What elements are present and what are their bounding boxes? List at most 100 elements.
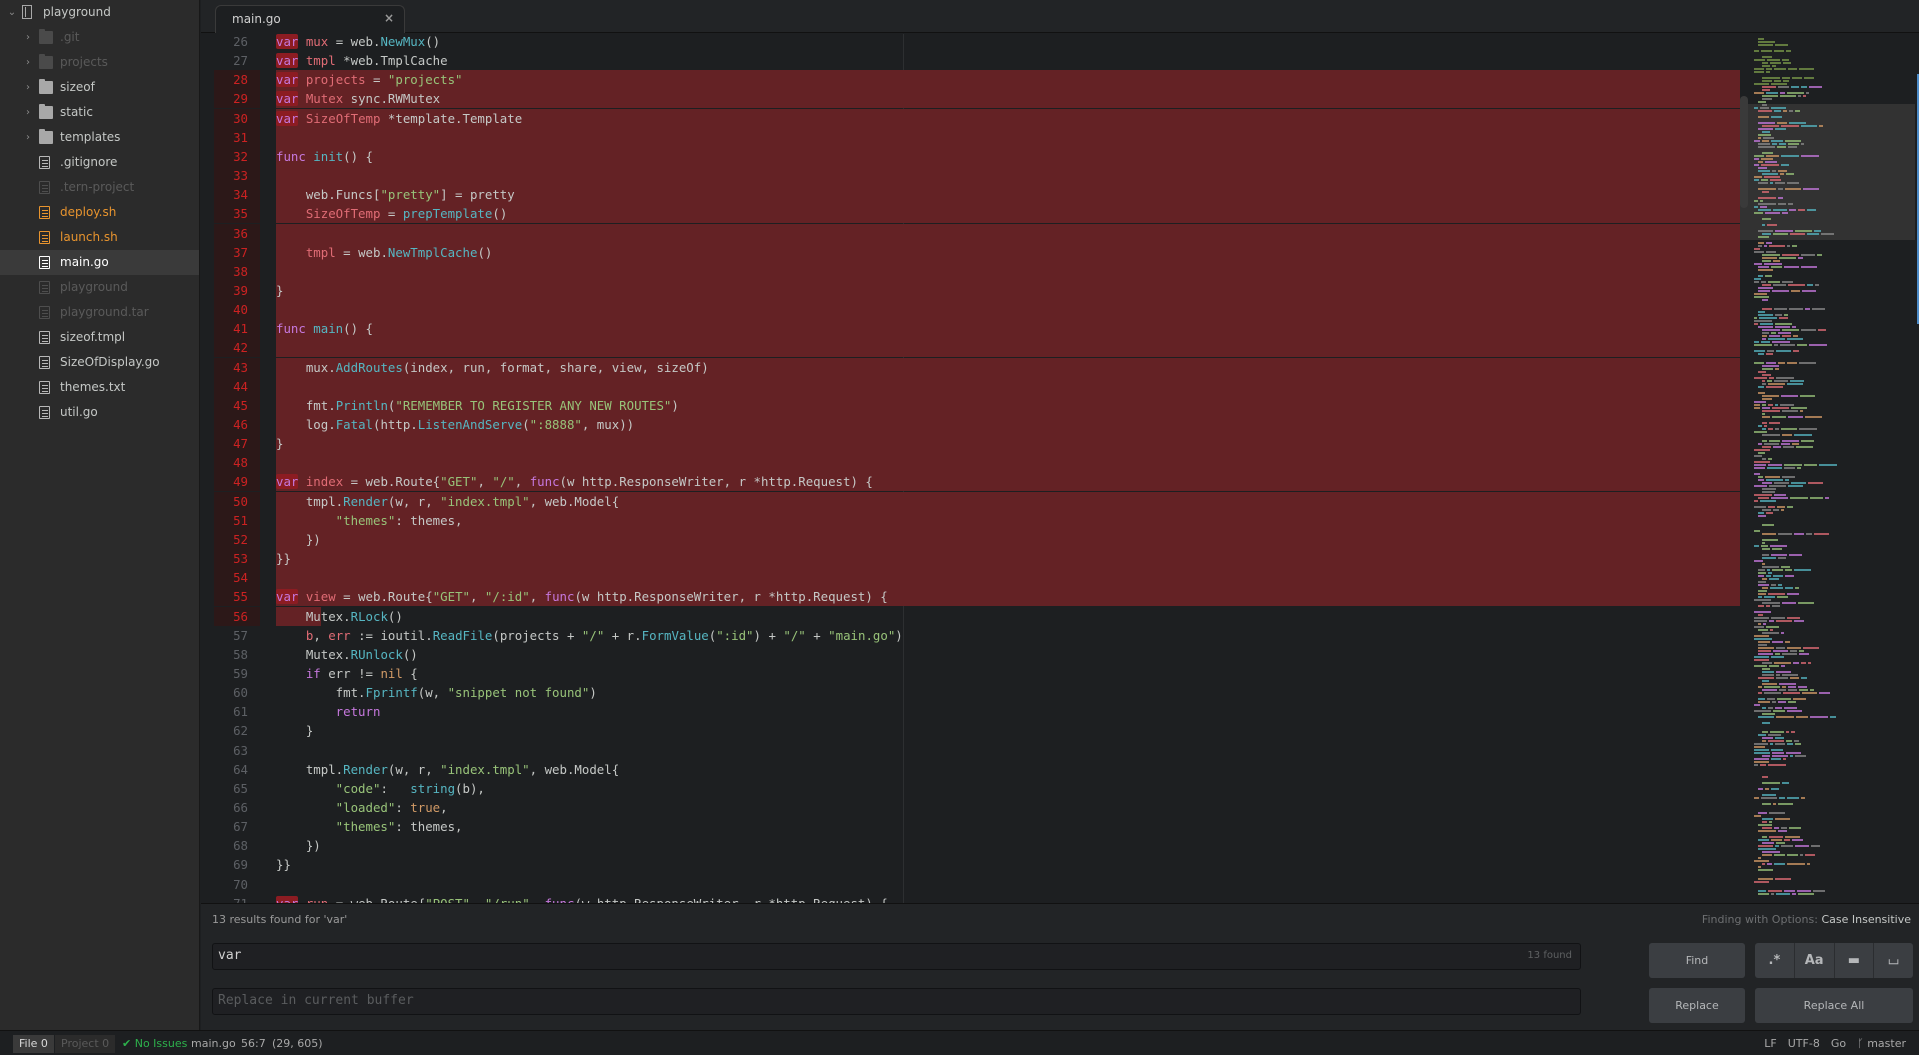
tree-item-templates[interactable]: › templates xyxy=(0,125,199,150)
close-icon[interactable]: × xyxy=(384,11,394,25)
line-number[interactable]: 70 xyxy=(214,875,260,894)
line-number[interactable]: 51 xyxy=(214,510,260,530)
case-sensitive-toggle[interactable]: Aa xyxy=(1794,943,1835,978)
minimap-line xyxy=(1758,848,1776,850)
line-number[interactable]: 30 xyxy=(214,108,260,128)
scrollbar-thumb[interactable] xyxy=(1740,96,1748,208)
line-number[interactable]: 43 xyxy=(214,357,260,377)
line-number[interactable]: 48 xyxy=(214,453,260,473)
tree-item-gitignore[interactable]: .gitignore xyxy=(0,150,199,175)
line-number[interactable]: 38 xyxy=(214,261,260,281)
replace-input[interactable]: Replace in current buffer xyxy=(212,988,1581,1015)
line-number[interactable]: 40 xyxy=(214,300,260,320)
code-editor[interactable]: 26 var mux = web.NewMux() 27 var tmpl *web.… xyxy=(201,34,1741,903)
line-number[interactable]: 42 xyxy=(214,338,260,358)
line-number[interactable]: 45 xyxy=(214,395,260,415)
minimap-line xyxy=(1819,464,1837,466)
chevron-right-icon[interactable]: › xyxy=(22,75,34,100)
code-text: return xyxy=(276,702,381,721)
line-number[interactable]: 41 xyxy=(214,319,260,339)
grammar[interactable]: Go xyxy=(1831,1035,1846,1053)
line-number[interactable]: 44 xyxy=(214,376,260,396)
line-number[interactable]: 31 xyxy=(214,127,260,147)
line-number[interactable]: 68 xyxy=(214,836,260,855)
regex-toggle[interactable]: .* xyxy=(1755,943,1795,978)
line-number[interactable]: 71 xyxy=(214,894,260,903)
line-number[interactable]: 52 xyxy=(214,529,260,549)
line-number[interactable]: 66 xyxy=(214,798,260,817)
line-number[interactable]: 50 xyxy=(214,491,260,511)
line-number[interactable]: 64 xyxy=(214,760,260,779)
line-number[interactable]: 59 xyxy=(214,664,260,683)
minimap-line xyxy=(1789,827,1801,829)
line-number[interactable]: 62 xyxy=(214,721,260,740)
linter-project-tab[interactable]: Project 0 xyxy=(55,1035,116,1053)
chevron-right-icon[interactable]: › xyxy=(22,125,34,150)
line-number[interactable]: 60 xyxy=(214,683,260,702)
tree-item-sizeofdisplay-go[interactable]: SizeOfDisplay.go xyxy=(0,350,199,375)
tree-item-deploy-sh[interactable]: deploy.sh xyxy=(0,200,199,225)
line-ending[interactable]: LF xyxy=(1764,1035,1776,1053)
code-text: var mux = web.NewMux() xyxy=(276,34,440,51)
replace-button[interactable]: Replace xyxy=(1649,988,1745,1023)
in-selection-toggle[interactable]: ▬ xyxy=(1834,943,1875,978)
tree-item-static[interactable]: › static xyxy=(0,100,199,125)
line-number[interactable]: 55 xyxy=(214,587,260,607)
line-number[interactable]: 34 xyxy=(214,185,260,205)
minimap-line xyxy=(1787,743,1793,745)
tree-root-playground[interactable]: ⌄ playground xyxy=(0,0,199,25)
line-number[interactable]: 63 xyxy=(214,741,260,760)
line-number[interactable]: 46 xyxy=(214,415,260,434)
tree-item-git[interactable]: › .git xyxy=(0,25,199,50)
line-number[interactable]: 54 xyxy=(214,568,260,588)
find-button[interactable]: Find xyxy=(1649,943,1745,978)
tree-item-launch-sh[interactable]: launch.sh xyxy=(0,225,199,250)
tree-item-util-go[interactable]: util.go xyxy=(0,400,199,425)
tree-item-playground[interactable]: playground xyxy=(0,275,199,300)
chevron-right-icon[interactable]: › xyxy=(22,25,34,50)
line-number[interactable]: 29 xyxy=(214,89,260,109)
minimap-line xyxy=(1762,65,1770,67)
linter-status[interactable]: ✔ No Issues xyxy=(122,1035,187,1053)
line-number[interactable]: 47 xyxy=(214,434,260,454)
line-number[interactable]: 36 xyxy=(214,223,260,243)
chevron-right-icon[interactable]: › xyxy=(22,100,34,125)
minimap-line xyxy=(1762,548,1770,550)
line-number[interactable]: 39 xyxy=(214,280,260,300)
tree-item-projects[interactable]: › projects xyxy=(0,50,199,75)
git-branch[interactable]: ᚴ master xyxy=(1857,1035,1906,1053)
line-number[interactable]: 67 xyxy=(214,817,260,836)
line-number[interactable]: 28 xyxy=(214,70,260,90)
line-number[interactable]: 27 xyxy=(214,51,260,70)
replace-all-button[interactable]: Replace All xyxy=(1755,988,1913,1023)
line-number[interactable]: 32 xyxy=(214,146,260,166)
minimap[interactable] xyxy=(1740,34,1919,903)
linter-file-tab[interactable]: File 0 xyxy=(13,1035,54,1053)
tree-item-sizeof-tmpl[interactable]: sizeof.tmpl xyxy=(0,325,199,350)
line-number[interactable]: 53 xyxy=(214,549,260,569)
tree-item-main-go[interactable]: main.go xyxy=(0,250,199,275)
line-number[interactable]: 65 xyxy=(214,779,260,798)
cursor-position[interactable]: 56:7 xyxy=(241,1035,266,1053)
tree-item-playground-tar[interactable]: playground.tar xyxy=(0,300,199,325)
tree-item-sizeof[interactable]: › sizeof xyxy=(0,75,199,100)
chevron-right-icon[interactable]: › xyxy=(22,50,34,75)
line-number[interactable]: 35 xyxy=(214,204,260,224)
line-number[interactable]: 56 xyxy=(214,606,260,626)
tree-item-tern-project[interactable]: .tern-project xyxy=(0,175,199,200)
chevron-down-icon[interactable]: ⌄ xyxy=(6,0,18,25)
line-number[interactable]: 57 xyxy=(214,626,260,645)
line-number[interactable]: 58 xyxy=(214,645,260,664)
line-number[interactable]: 33 xyxy=(214,166,260,186)
find-input[interactable]: var 13 found xyxy=(212,943,1581,970)
line-number[interactable]: 26 xyxy=(214,34,260,51)
line-number[interactable]: 37 xyxy=(214,242,260,262)
tab-main-go[interactable]: main.go × xyxy=(215,5,405,33)
tree-item-themes-txt[interactable]: themes.txt xyxy=(0,375,199,400)
status-filename[interactable]: main.go xyxy=(191,1035,236,1053)
line-number[interactable]: 61 xyxy=(214,702,260,721)
encoding[interactable]: UTF-8 xyxy=(1788,1035,1820,1053)
line-number[interactable]: 69 xyxy=(214,855,260,874)
whole-word-toggle[interactable]: ⌴ xyxy=(1874,943,1913,978)
line-number[interactable]: 49 xyxy=(214,472,260,492)
